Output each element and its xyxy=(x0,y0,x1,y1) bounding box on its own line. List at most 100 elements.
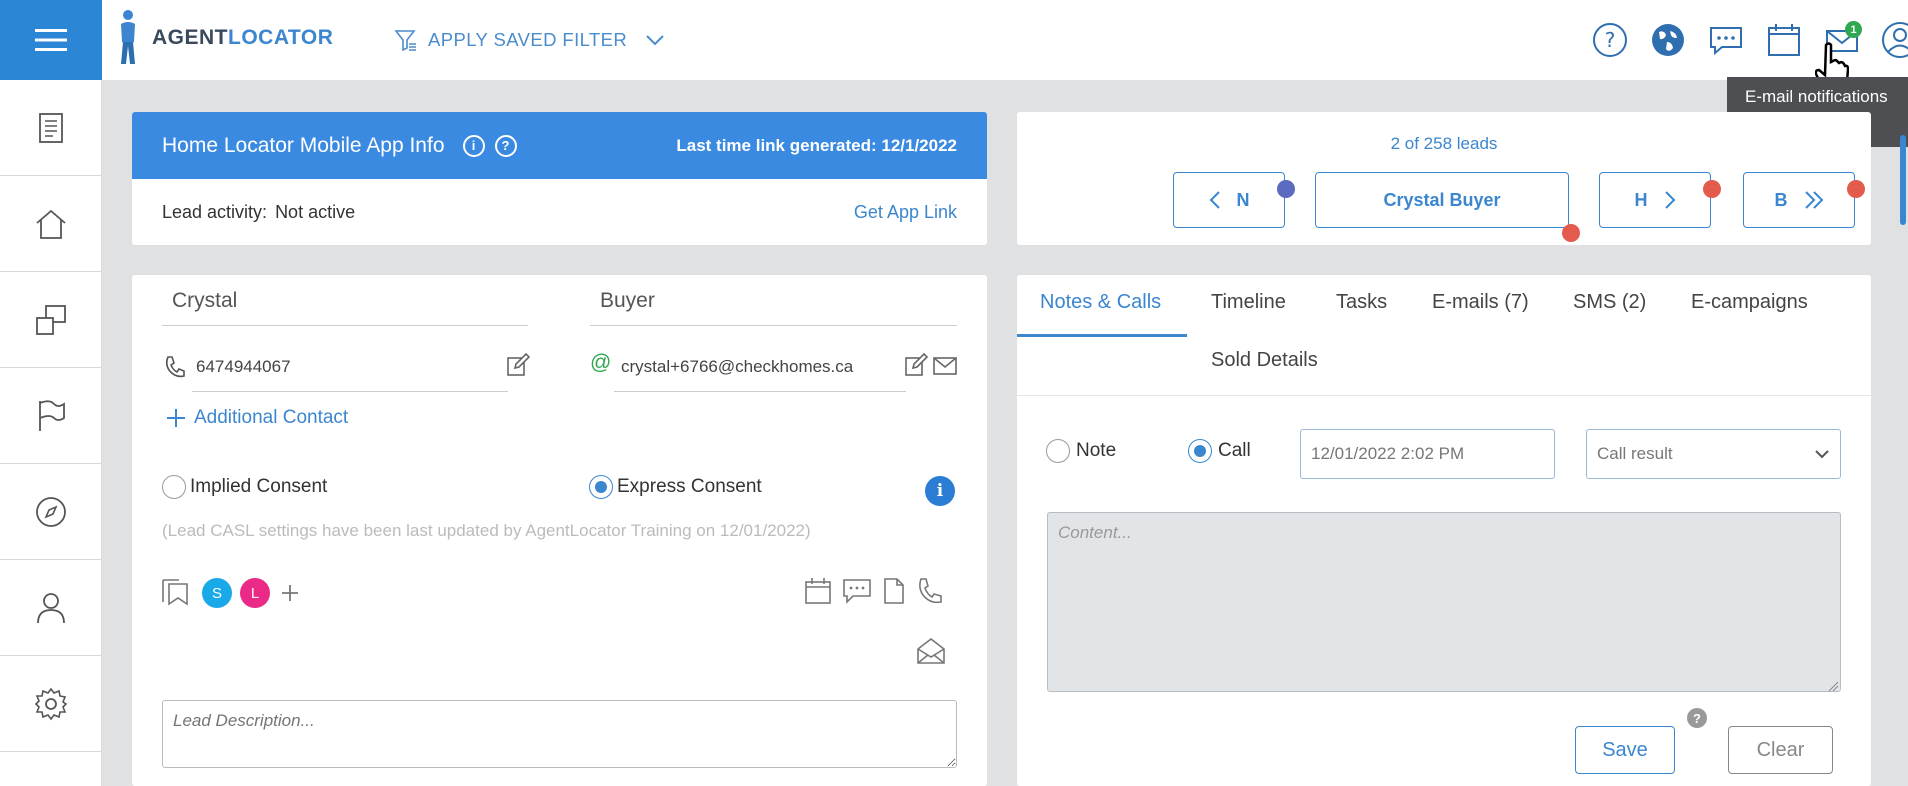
phone-icon[interactable] xyxy=(915,577,943,605)
current-lead-label: Crystal Buyer xyxy=(1383,189,1501,210)
sidebar-item-documents[interactable] xyxy=(0,80,102,176)
double-chevron-right-icon xyxy=(1804,191,1823,209)
calendar-button[interactable] xyxy=(1764,20,1804,60)
last-lead-label: B xyxy=(1774,189,1788,210)
add-tag-icon[interactable] xyxy=(280,583,300,603)
send-email-icon[interactable] xyxy=(933,357,957,375)
top-icon-bar: ? 1 xyxy=(1590,20,1908,60)
note-label: Note xyxy=(1076,440,1117,461)
gear-icon xyxy=(34,687,68,720)
call-result-select[interactable]: Call result xyxy=(1586,429,1841,479)
consent-info-icon[interactable]: i xyxy=(925,476,955,506)
help-icon: ? xyxy=(1593,23,1627,57)
call-option[interactable]: Call xyxy=(1188,439,1251,463)
first-name-field[interactable]: Crystal xyxy=(172,289,237,313)
at-sign-icon: @ xyxy=(590,351,612,374)
lead-status-dot xyxy=(1562,224,1580,242)
hamburger-icon xyxy=(35,29,67,51)
add-additional-contact-link[interactable]: Additional Contact xyxy=(166,407,348,429)
lead-contact-card: Crystal Buyer 6474944067 @ crystal+6766@… xyxy=(132,275,987,786)
mobile-app-info-header: Home Locator Mobile App Info i ? Last ti… xyxy=(132,112,987,179)
save-button[interactable]: Save xyxy=(1575,726,1675,774)
avatar[interactable]: S xyxy=(202,578,232,608)
call-content-input[interactable]: Content... xyxy=(1047,512,1841,692)
lead-status-dot xyxy=(1277,180,1295,198)
lead-status-dot xyxy=(1703,180,1721,198)
tab-tasks[interactable]: Tasks xyxy=(1336,291,1387,314)
apply-saved-filter-dropdown[interactable]: APPLY SAVED FILTER xyxy=(394,22,665,58)
call-datetime-value: 12/01/2022 2:02 PM xyxy=(1311,444,1465,463)
note-radio[interactable] xyxy=(1046,439,1070,463)
call-radio[interactable] xyxy=(1188,439,1212,463)
edit-icon[interactable] xyxy=(904,353,928,377)
info-icon[interactable]: i xyxy=(462,134,485,157)
user-profile-button[interactable] xyxy=(1880,20,1908,60)
home-icon xyxy=(36,209,66,239)
tab-sms[interactable]: SMS (2) xyxy=(1573,291,1646,314)
clear-button[interactable]: Clear xyxy=(1728,726,1833,774)
previous-lead-button[interactable]: N xyxy=(1173,172,1285,228)
filter-label: APPLY SAVED FILTER xyxy=(428,29,628,50)
tab-emails[interactable]: E-mails (7) xyxy=(1432,291,1529,314)
globe-button[interactable] xyxy=(1648,20,1688,60)
lead-description-input[interactable] xyxy=(162,700,957,768)
sidebar-item-contacts[interactable] xyxy=(0,560,102,656)
logo-figure-icon xyxy=(121,10,135,64)
tab-sold-details[interactable]: Sold Details xyxy=(1211,349,1318,372)
avatar[interactable]: L xyxy=(240,578,270,608)
active-tab-indicator xyxy=(1017,334,1187,337)
sidebar-item-home[interactable] xyxy=(0,176,102,272)
implied-consent-radio[interactable] xyxy=(162,475,186,499)
last-name-field[interactable]: Buyer xyxy=(600,289,655,313)
page-scrollbar[interactable] xyxy=(1900,135,1906,225)
sms-icon[interactable] xyxy=(842,578,872,604)
document-icon xyxy=(39,112,63,143)
additional-contact-label: Additional Contact xyxy=(194,407,349,428)
mobile-app-info-title: Home Locator Mobile App Info xyxy=(162,133,445,157)
bookmarks-icon[interactable] xyxy=(161,576,189,606)
email-field[interactable]: crystal+6766@checkhomes.ca xyxy=(621,357,853,377)
sidebar-item-explore[interactable] xyxy=(0,464,102,560)
sidebar-item-flag[interactable] xyxy=(0,368,102,464)
last-lead-button[interactable]: B xyxy=(1743,172,1855,228)
content-placeholder: Content... xyxy=(1058,523,1132,542)
svg-text:?: ? xyxy=(1605,28,1616,52)
tab-e-campaigns[interactable]: E-campaigns xyxy=(1691,291,1808,314)
sidebar-item-settings[interactable] xyxy=(0,656,102,752)
filter-icon xyxy=(394,30,416,52)
phone-field[interactable]: 6474944067 xyxy=(196,357,291,377)
call-datetime-input[interactable]: 12/01/2022 2:02 PM xyxy=(1300,429,1555,479)
app-logo[interactable]: AGENTLOCATOR xyxy=(116,8,333,68)
calendar-icon[interactable] xyxy=(804,577,832,605)
call-label: Call xyxy=(1218,440,1251,461)
note-option[interactable]: Note xyxy=(1046,439,1116,463)
file-icon[interactable] xyxy=(882,577,906,605)
notes-panel: Notes & Calls Timeline Tasks E-mails (7)… xyxy=(1017,275,1871,786)
phone-icon xyxy=(165,356,185,378)
resize-handle-icon[interactable] xyxy=(1827,680,1839,692)
edit-icon[interactable] xyxy=(506,353,530,377)
next-lead-button[interactable]: H xyxy=(1599,172,1711,228)
tab-notes-calls[interactable]: Notes & Calls xyxy=(1040,291,1161,314)
plus-icon xyxy=(167,409,185,427)
previous-lead-label: N xyxy=(1236,189,1250,210)
flag-icon xyxy=(39,399,65,431)
get-app-link[interactable]: Get App Link xyxy=(854,202,957,223)
express-consent-option[interactable]: Express Consent xyxy=(589,475,762,499)
help-button[interactable]: ? xyxy=(1590,20,1630,60)
help-icon[interactable]: ? xyxy=(1687,708,1707,728)
calendar-icon xyxy=(1768,24,1800,56)
hamburger-menu-button[interactable] xyxy=(0,0,102,80)
mobile-app-info-body: Lead activity: Not active Get App Link xyxy=(132,179,987,245)
help-icon[interactable]: ? xyxy=(494,134,517,157)
tabs-divider xyxy=(1017,395,1871,396)
person-icon xyxy=(37,592,65,623)
current-lead-button[interactable]: Crystal Buyer xyxy=(1315,172,1569,228)
chat-button[interactable] xyxy=(1706,20,1746,60)
open-envelope-icon[interactable] xyxy=(916,637,946,665)
tab-timeline[interactable]: Timeline xyxy=(1211,291,1286,314)
globe-icon xyxy=(1652,24,1684,56)
implied-consent-option[interactable]: Implied Consent xyxy=(162,475,327,499)
sidebar-item-listings[interactable] xyxy=(0,272,102,368)
express-consent-radio[interactable] xyxy=(589,475,613,499)
